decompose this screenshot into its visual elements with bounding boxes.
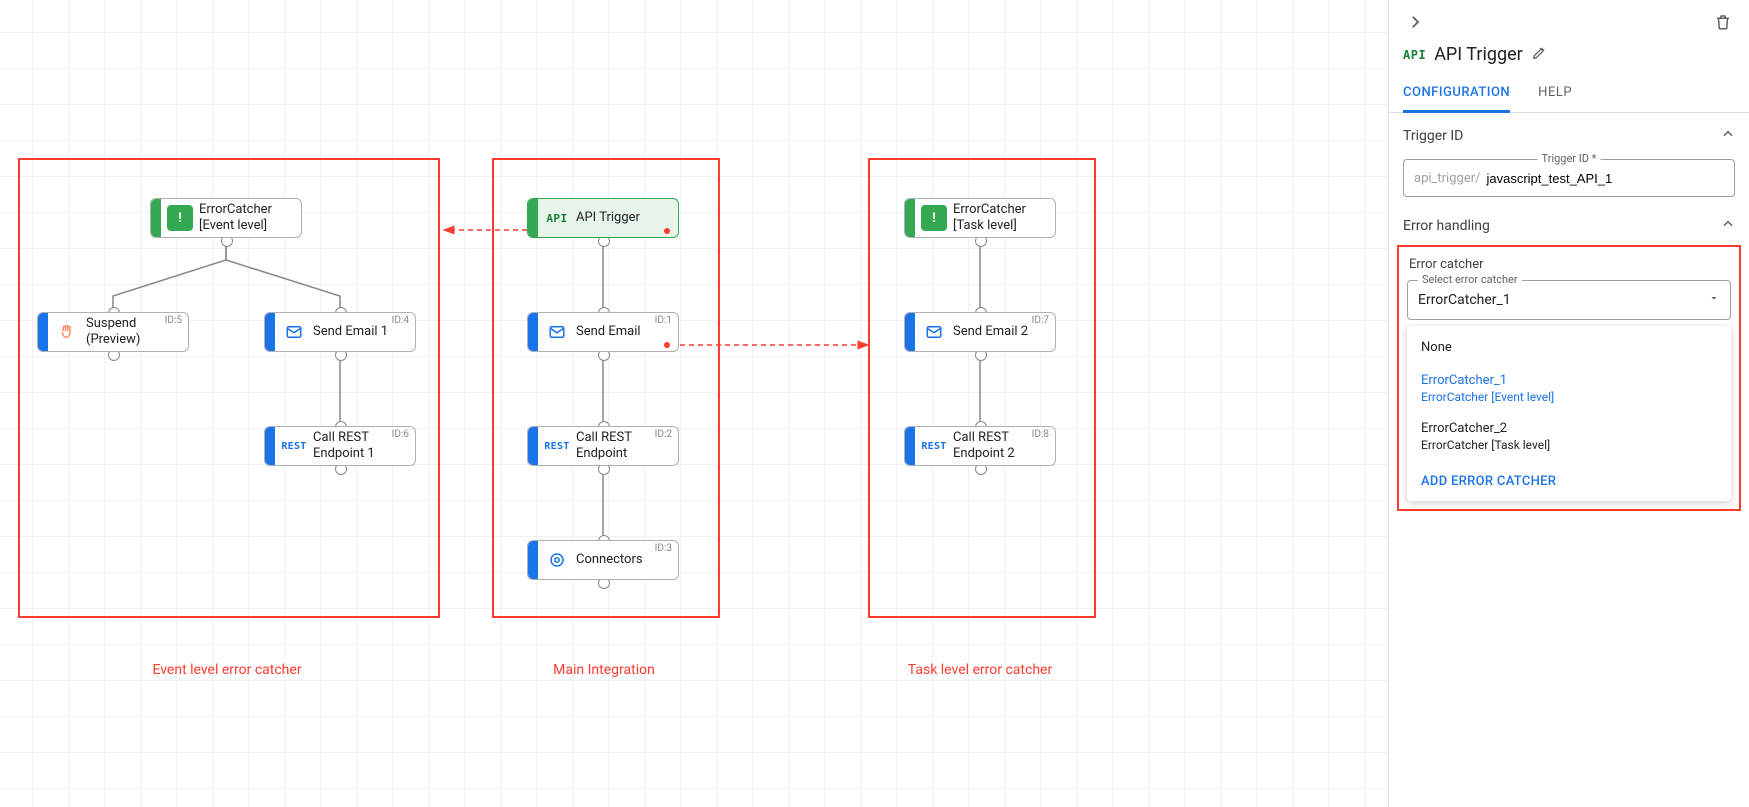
details-panel: API API Trigger CONFIGURATION HELP Trigg…: [1389, 0, 1749, 807]
connector-icon: [544, 547, 570, 573]
mail-icon: [544, 319, 570, 345]
mail-icon: [921, 319, 947, 345]
dropdown-option-ec1[interactable]: ErrorCatcher_1 ErrorCatcher [Event level…: [1407, 365, 1731, 413]
chevron-up-icon: [1721, 217, 1735, 235]
api-icon: API: [544, 205, 570, 231]
connector-layer: [0, 0, 1388, 807]
dropdown-arrow-icon: [1708, 292, 1720, 308]
node-call-rest[interactable]: REST Call REST Endpoint ID:2: [527, 426, 679, 466]
dropdown-option-none[interactable]: None: [1407, 332, 1731, 365]
group-event-label: Event level error catcher: [18, 662, 436, 678]
node-api-trigger[interactable]: API API Trigger: [527, 198, 679, 238]
rest-icon: REST: [281, 433, 307, 459]
error-catcher-select[interactable]: Select error catcher ErrorCatcher_1: [1407, 280, 1731, 320]
warning-icon: !: [167, 205, 193, 231]
tab-configuration[interactable]: CONFIGURATION: [1403, 75, 1510, 113]
trigger-id-field[interactable]: Trigger ID * api_trigger/: [1403, 159, 1735, 197]
group-task-label: Task level error catcher: [868, 662, 1092, 678]
error-catcher-dropdown-menu: None ErrorCatcher_1 ErrorCatcher [Event …: [1407, 326, 1731, 501]
panel-title: API Trigger: [1434, 44, 1523, 65]
app-root: Event level error catcher Main Integrati…: [0, 0, 1749, 807]
section-error-handling-header[interactable]: Error handling: [1403, 217, 1735, 245]
trigger-id-input[interactable]: [1484, 170, 1734, 187]
warning-icon: !: [921, 205, 947, 231]
panel-tabs: CONFIGURATION HELP: [1389, 75, 1749, 113]
edit-title-button[interactable]: [1531, 45, 1547, 65]
error-catcher-selected-value: ErrorCatcher_1: [1418, 292, 1708, 308]
tab-help[interactable]: HELP: [1538, 75, 1572, 112]
collapse-panel-button[interactable]: [1403, 10, 1427, 34]
node-send-email-1[interactable]: Send Email 1 ID:4: [264, 312, 416, 352]
api-icon: API: [1403, 48, 1426, 62]
node-call-rest-1[interactable]: REST Call REST Endpoint 1 ID:6: [264, 426, 416, 466]
section-trigger-id-header[interactable]: Trigger ID: [1403, 127, 1735, 155]
mail-icon: [281, 319, 307, 345]
trigger-id-prefix: api_trigger/: [1404, 171, 1484, 186]
node-send-email[interactable]: Send Email ID:1: [527, 312, 679, 352]
node-send-email-2[interactable]: Send Email 2 ID:7: [904, 312, 1056, 352]
chevron-up-icon: [1721, 127, 1735, 145]
node-error-catcher-task[interactable]: ! ErrorCatcher [Task level]: [904, 198, 1056, 238]
node-suspend[interactable]: Suspend (Preview) ID:5: [37, 312, 189, 352]
node-call-rest-2[interactable]: REST Call REST Endpoint 2 ID:8: [904, 426, 1056, 466]
node-connectors[interactable]: Connectors ID:3: [527, 540, 679, 580]
rest-icon: REST: [544, 433, 570, 459]
integration-canvas[interactable]: Event level error catcher Main Integrati…: [0, 0, 1389, 807]
delete-button[interactable]: [1711, 10, 1735, 34]
error-catcher-highlight-box: Error catcher Select error catcher Error…: [1397, 245, 1741, 511]
rest-icon: REST: [921, 433, 947, 459]
group-main-label: Main Integration: [492, 662, 716, 678]
dropdown-option-ec2[interactable]: ErrorCatcher_2 ErrorCatcher [Task level]: [1407, 413, 1731, 461]
add-error-catcher-button[interactable]: ADD ERROR CATCHER: [1407, 462, 1731, 495]
hand-icon: [54, 319, 80, 345]
node-error-catcher-event[interactable]: ! ErrorCatcher [Event level]: [150, 198, 302, 238]
